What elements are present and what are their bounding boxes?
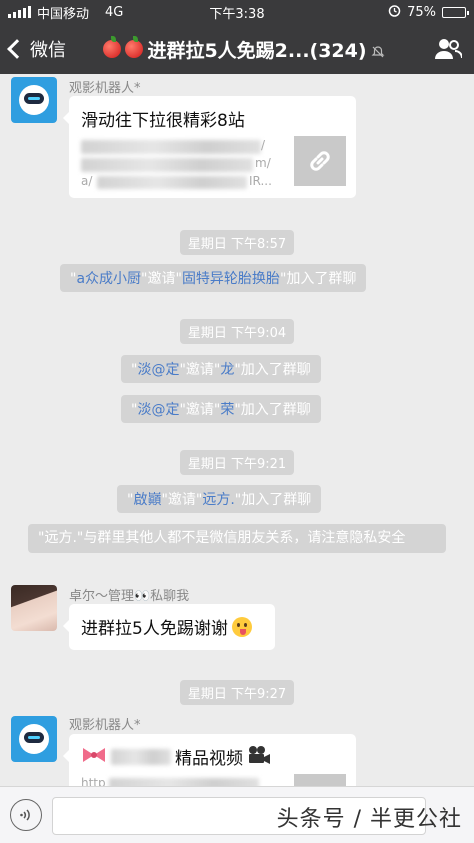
- invitee-name-link[interactable]: 龙: [220, 362, 234, 378]
- blurred-url: [81, 140, 261, 154]
- input-bar: 头条号 / 半更公社: [0, 786, 474, 843]
- robot-avatar-icon: [19, 724, 49, 754]
- carrier-label: 中国移动: [37, 6, 90, 22]
- link-thumbnail: [294, 136, 346, 186]
- card-title: 滑动往下拉很精彩8站: [81, 111, 245, 131]
- blurred-text: [111, 748, 171, 765]
- timestamp: 星期日 下午8:57: [0, 230, 474, 255]
- signal-strength-icon: [8, 6, 31, 18]
- apple-emoji-icon: [125, 36, 144, 58]
- inviter-name-link[interactable]: 淡@定: [137, 362, 179, 378]
- robot-avatar-icon: [19, 85, 49, 115]
- blurred-url: [97, 176, 247, 189]
- chat-title: 进群拉5人免踢2...(324): [84, 36, 404, 63]
- alarm-icon: [388, 4, 401, 21]
- bow-icon: [81, 746, 107, 768]
- inviter-name-link[interactable]: 啟巓: [133, 492, 161, 508]
- timestamp: 星期日 下午9:27: [0, 680, 474, 705]
- avatar[interactable]: [11, 716, 57, 762]
- sender-name: 观影机器人*: [69, 718, 141, 733]
- privacy-notice: "远方."与群里其他人都不是微信朋友关系，请注意隐私安全: [28, 524, 446, 553]
- text-message[interactable]: 进群拉5人免踢谢谢: [63, 604, 275, 650]
- card-url-fragment: a/: [81, 174, 93, 188]
- chat-area[interactable]: 观影机器人* 滑动往下拉很精彩8站 / m/ a/ IR... 星期日 下午8:…: [0, 74, 474, 786]
- back-button[interactable]: 微信: [0, 36, 66, 62]
- card-url-fragment: m/: [255, 156, 271, 170]
- voice-icon: [20, 809, 30, 821]
- message-text: 进群拉5人免踢谢谢: [81, 619, 228, 639]
- timestamp: 星期日 下午9:21: [0, 450, 474, 475]
- watermark: 头条号 / 半更公社: [276, 807, 462, 832]
- battery-icon: [442, 6, 469, 18]
- blurred-url: [109, 778, 259, 786]
- group-members-icon[interactable]: [434, 37, 463, 61]
- card-title: 精品视频: [175, 749, 243, 769]
- battery-percent: 75%: [407, 4, 436, 20]
- card-url-fragment: /: [261, 138, 266, 152]
- invitee-name-link[interactable]: 远方.: [202, 492, 234, 508]
- system-message: "a众成小厨"邀请"固特异轮胎换胎"加入了群聊: [60, 264, 367, 292]
- chat-title-text: 进群拉5人免踢2...(324): [147, 39, 367, 62]
- system-message: "啟巓"邀请"远方."加入了群聊: [117, 485, 322, 513]
- avatar[interactable]: [11, 77, 57, 123]
- mute-icon: [371, 42, 385, 58]
- link-card-message[interactable]: 滑动往下拉很精彩8站 / m/ a/ IR...: [63, 96, 356, 198]
- card-url-fragment: http: [81, 776, 106, 786]
- apple-emoji-icon: [103, 36, 122, 58]
- invitee-name-link[interactable]: 荣: [220, 402, 234, 418]
- inviter-name-link[interactable]: a众成小厨: [76, 271, 141, 287]
- tongue-face-emoji-icon: [231, 616, 252, 637]
- chevron-left-icon: [7, 39, 27, 59]
- network-label: 4G: [105, 4, 124, 20]
- link-icon: [310, 151, 330, 171]
- link-card-message[interactable]: 精品视频 http: [63, 734, 356, 786]
- inviter-name-link[interactable]: 淡@定: [137, 402, 179, 418]
- invitee-name-link[interactable]: 固特异轮胎换胎: [182, 271, 280, 287]
- system-message: "淡@定"邀请"龙"加入了群聊: [121, 355, 321, 383]
- chat-header: 微信 进群拉5人免踢2...(324): [0, 24, 474, 74]
- avatar[interactable]: [11, 585, 57, 631]
- voice-input-button[interactable]: [10, 799, 42, 831]
- link-thumbnail: [294, 774, 346, 786]
- sender-name: 卓尔～管理👀私聊我: [69, 589, 190, 604]
- blurred-url: [81, 158, 253, 172]
- video-camera-icon: [247, 745, 271, 769]
- sender-name: 观影机器人*: [69, 81, 141, 96]
- timestamp: 星期日 下午9:04: [0, 319, 474, 344]
- back-label: 微信: [30, 40, 66, 61]
- system-message: "淡@定"邀请"荣"加入了群聊: [121, 395, 321, 423]
- status-bar: 中国移动 4G 下午3:38 75%: [0, 0, 474, 24]
- card-url-fragment: IR...: [249, 174, 272, 188]
